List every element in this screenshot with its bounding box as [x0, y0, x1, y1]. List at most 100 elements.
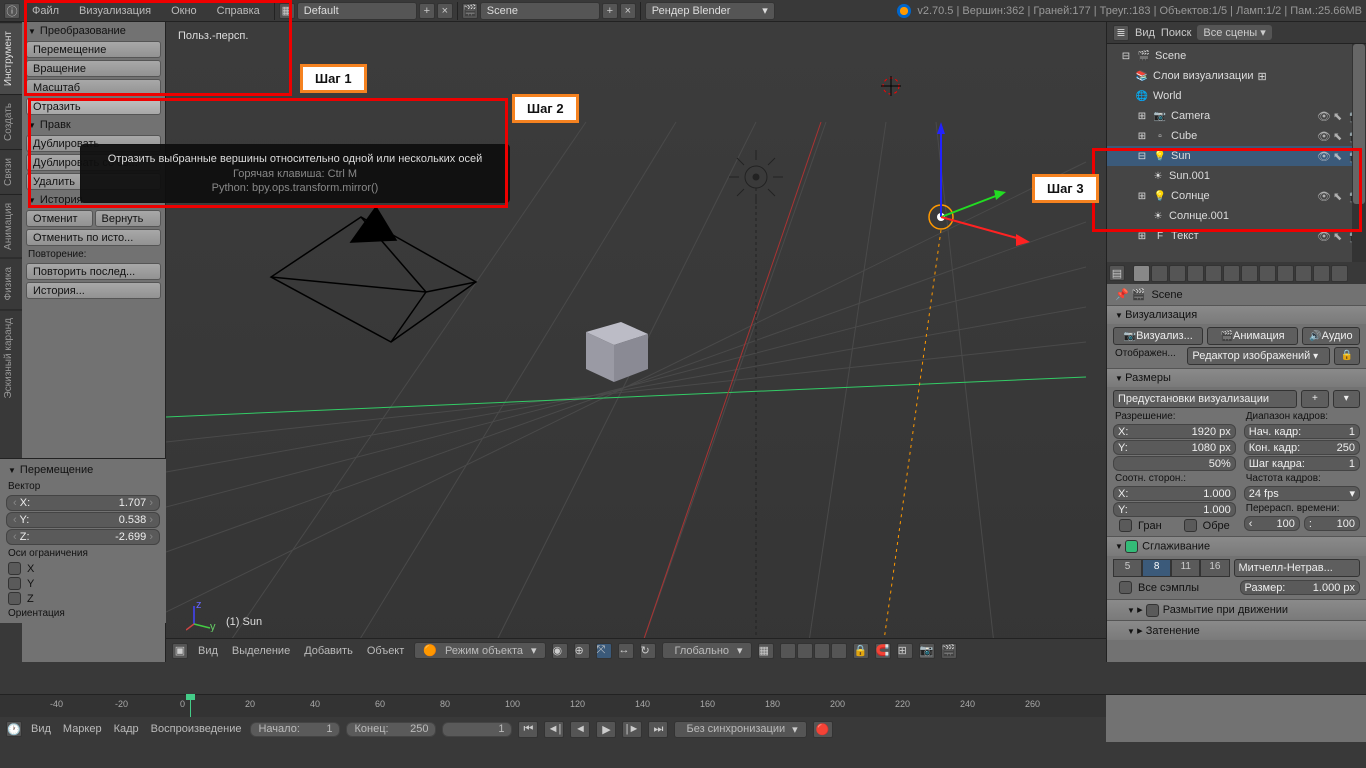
vec-y-field[interactable]: Y:0.538: [6, 512, 160, 528]
tl-menu-view[interactable]: Вид: [28, 723, 54, 735]
outliner-row-scene[interactable]: ⊟🎬Scene: [1107, 46, 1366, 66]
rotate-button[interactable]: Вращение: [26, 60, 161, 77]
jump-start-icon[interactable]: ⏮: [518, 721, 538, 738]
layout-selector[interactable]: Default: [297, 2, 417, 20]
outliner-row--[interactable]: ⊞💡Солнце👁⬉📷: [1107, 186, 1366, 206]
lock-icon[interactable]: 🔒: [853, 643, 869, 659]
scene-selector[interactable]: Scene: [480, 2, 600, 20]
outliner-row--001[interactable]: ☀Солнце.001: [1107, 206, 1366, 226]
edit-header[interactable]: Правк: [22, 116, 165, 134]
layout-add[interactable]: +: [419, 3, 435, 19]
frame-step-field[interactable]: Шаг кадра:1: [1244, 456, 1360, 471]
render-anim-button[interactable]: 🎬Анимация: [1207, 327, 1297, 345]
render-section-header[interactable]: Визуализация: [1107, 306, 1366, 324]
render-presets[interactable]: Предустановки визуализации: [1113, 390, 1297, 408]
timeline-editor-icon[interactable]: 🕐: [6, 721, 22, 737]
tab-layers-icon[interactable]: [1151, 265, 1168, 282]
lock-ui-icon[interactable]: 🔒: [1334, 347, 1360, 365]
outliner-row--[interactable]: ⊞FТекст👁⬉📷: [1107, 226, 1366, 246]
aspect-x-field[interactable]: X:1.000: [1113, 486, 1236, 501]
layout-del[interactable]: ×: [437, 3, 453, 19]
outliner-menu-search[interactable]: Поиск: [1161, 27, 1191, 39]
orientation-selector[interactable]: Глобально ▾: [662, 642, 752, 659]
clapboard-icon[interactable]: 🎬: [941, 643, 957, 659]
preset-add-icon[interactable]: +: [1301, 390, 1328, 408]
menu-help[interactable]: Справка: [207, 2, 270, 20]
pixel-filter-size[interactable]: Размер:1.000 px: [1240, 580, 1361, 595]
transform-header[interactable]: Преобразование: [22, 22, 165, 40]
mirror-button[interactable]: Отразить: [26, 98, 161, 115]
aa-filter-selector[interactable]: Митчелл-Нетрав...: [1234, 559, 1361, 577]
vec-x-field[interactable]: X:1.707: [6, 495, 160, 511]
render-audio-button[interactable]: 🔊Аудио: [1302, 327, 1360, 345]
undo-history-button[interactable]: Отменить по исто...: [26, 229, 161, 246]
jump-end-icon[interactable]: ⏭: [648, 721, 668, 738]
3d-viewport[interactable]: Польз.-персп.: [166, 22, 1106, 662]
outliner-row-camera[interactable]: ⊞📷Camera👁⬉📷: [1107, 106, 1366, 126]
menu-file[interactable]: Файл: [22, 2, 69, 20]
shading-header[interactable]: ▸ Затенение: [1107, 621, 1366, 640]
aspect-y-field[interactable]: Y:1.000: [1113, 502, 1236, 517]
tl-menu-marker[interactable]: Маркер: [60, 723, 105, 735]
outliner-row-cube[interactable]: ⊞▫Cube👁⬉📷: [1107, 126, 1366, 146]
tab-render-icon[interactable]: [1133, 265, 1150, 282]
layer-buttons[interactable]: [780, 643, 847, 659]
tab-grease[interactable]: Эскизный каранд: [0, 309, 22, 406]
manip-t-icon[interactable]: ↔: [618, 643, 634, 659]
editor-type-icon[interactable]: ▣: [172, 643, 188, 659]
snap-type-icon[interactable]: ⊞: [897, 643, 913, 659]
tab-relations[interactable]: Связи: [0, 149, 22, 194]
aa-samples-segmented[interactable]: 5 8 11 16: [1113, 559, 1230, 577]
preset-menu-icon[interactable]: ▾: [1333, 390, 1360, 408]
tab-animation[interactable]: Анимация: [0, 194, 22, 258]
translate-button[interactable]: Перемещение: [26, 41, 161, 58]
constraint-x-checkbox[interactable]: [8, 562, 21, 575]
keyframe-next-icon[interactable]: |►: [622, 721, 642, 738]
tab-scene-icon[interactable]: [1169, 265, 1186, 282]
outliner-row-sun[interactable]: ⊟💡Sun👁⬉📷: [1107, 146, 1366, 166]
snap-icon[interactable]: 🧲: [875, 643, 891, 659]
scene-add[interactable]: +: [602, 3, 618, 19]
render-preview-icon[interactable]: 📷: [919, 643, 935, 659]
outliner-scrollbar[interactable]: [1352, 44, 1366, 262]
engine-selector[interactable]: Рендер Blender▾: [645, 2, 775, 20]
outliner-row-world[interactable]: 🌐World: [1107, 86, 1366, 106]
manipulator-icon[interactable]: ⤧: [596, 643, 612, 659]
mblur-header[interactable]: ▸ Размытие при движении: [1107, 600, 1366, 620]
history-button[interactable]: История...: [26, 282, 161, 299]
constraint-y-checkbox[interactable]: [8, 577, 21, 590]
vp-menu-select[interactable]: Выделение: [228, 645, 294, 657]
fps-field[interactable]: 24 fps▾: [1244, 486, 1360, 501]
outliner-row--[interactable]: 📚Слои визуализации ⊞: [1107, 66, 1366, 86]
frame-end-field[interactable]: Кон. кадр:250: [1244, 440, 1360, 455]
scene-del[interactable]: ×: [620, 3, 636, 19]
frame-current-tl[interactable]: 1: [442, 722, 512, 737]
res-x-field[interactable]: X:1920 px: [1113, 424, 1236, 439]
repeat-last-button[interactable]: Повторить послед...: [26, 263, 161, 280]
crop-checkbox[interactable]: [1184, 519, 1197, 532]
display-mode-selector[interactable]: Редактор изображений ▾: [1187, 347, 1330, 365]
play-rev-icon[interactable]: ◄: [570, 721, 590, 738]
outliner-menu-view[interactable]: Вид: [1135, 27, 1155, 39]
manip-r-icon[interactable]: ↻: [640, 643, 656, 659]
timeline-cursor[interactable]: [190, 695, 191, 717]
vp-menu-object[interactable]: Объект: [363, 645, 408, 657]
layers-icon[interactable]: ▦: [758, 643, 774, 659]
constraint-z-checkbox[interactable]: [8, 592, 21, 605]
outliner-row-sun-001[interactable]: ☀Sun.001: [1107, 166, 1366, 186]
dimensions-header[interactable]: Размеры: [1107, 369, 1366, 387]
tab-tools[interactable]: Инструмент: [0, 22, 22, 94]
render-button[interactable]: 📷Визуализ...: [1113, 327, 1203, 345]
border-checkbox[interactable]: [1119, 519, 1132, 532]
timeline-ruler[interactable]: -40-200204060801001201401601802002202402…: [0, 695, 1106, 717]
op-panel-header[interactable]: Перемещение: [2, 461, 164, 479]
vec-z-field[interactable]: Z:-2.699: [6, 529, 160, 545]
props-editor-icon[interactable]: ▤: [1109, 265, 1125, 281]
remap-old-field[interactable]: ‹100: [1244, 516, 1300, 531]
undo-button[interactable]: Отменит: [26, 210, 93, 227]
menu-render[interactable]: Визуализация: [69, 2, 161, 20]
menu-window[interactable]: Окно: [161, 2, 207, 20]
outliner-editor-icon[interactable]: ≣: [1113, 25, 1129, 41]
frame-start-field[interactable]: Нач. кадр:1: [1244, 424, 1360, 439]
tab-constraints-icon[interactable]: [1223, 265, 1240, 282]
